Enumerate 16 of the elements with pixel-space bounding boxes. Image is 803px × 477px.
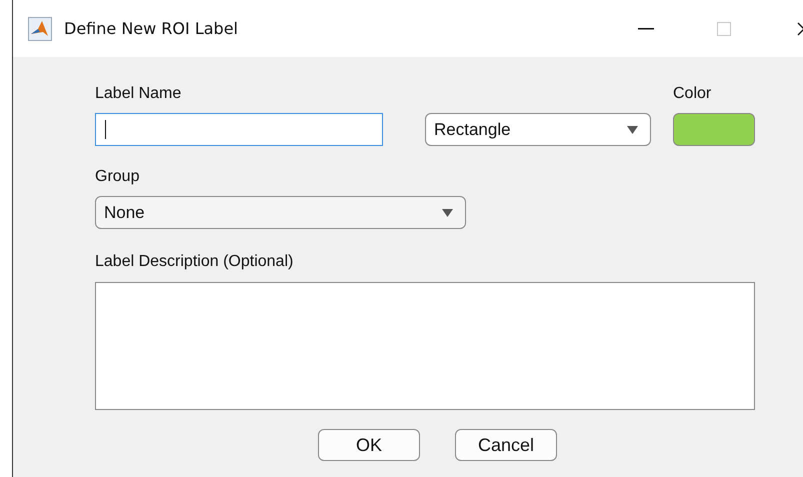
description-label: Label Description (Optional) <box>95 252 294 272</box>
dropdown-arrow-icon <box>442 208 453 216</box>
app-icon <box>28 16 52 40</box>
color-swatch[interactable] <box>673 113 755 146</box>
label-name-label: Label Name <box>95 84 182 104</box>
minimize-icon[interactable] <box>638 28 654 30</box>
dropdown-arrow-icon <box>627 126 638 134</box>
group-label: Group <box>95 167 140 187</box>
ok-button[interactable]: OK <box>318 429 420 461</box>
description-field[interactable] <box>95 282 755 410</box>
group-dropdown[interactable]: None <box>95 196 466 229</box>
label-name-field[interactable] <box>95 113 383 146</box>
window-title: Define New ROI Label <box>64 19 238 38</box>
shape-dropdown[interactable]: Rectangle <box>425 113 651 146</box>
cancel-button[interactable]: Cancel <box>455 429 557 461</box>
color-label: Color <box>673 84 712 104</box>
